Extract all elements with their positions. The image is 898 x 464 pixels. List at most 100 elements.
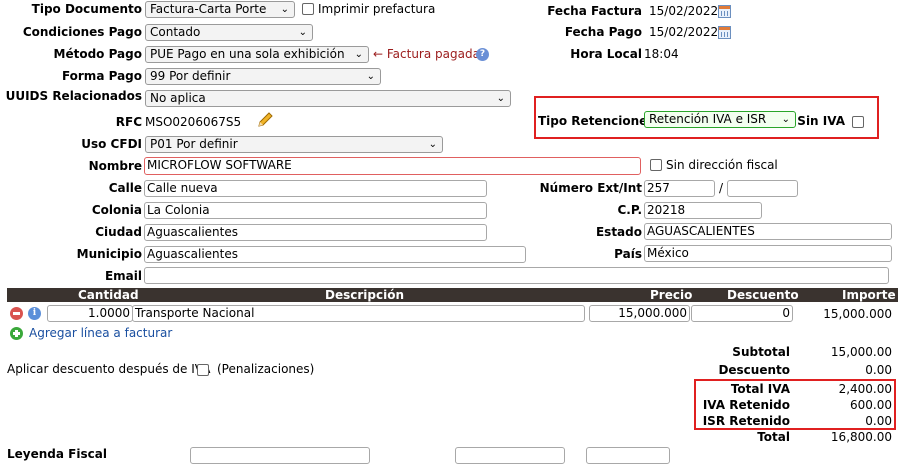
fecha-factura-value: 15/02/2022 (649, 4, 719, 18)
descuento-total-label: Descuento (718, 363, 790, 377)
pencil-icon[interactable] (256, 111, 274, 129)
estado-input[interactable]: AGUASCALIENTES (644, 223, 892, 240)
cp-label: C.P. (617, 203, 642, 217)
pais-input[interactable]: México (644, 245, 892, 262)
tipo-retenciones-select[interactable]: Retención IVA e ISR ⌄ (644, 111, 796, 128)
total-iva-label: Total IVA (730, 382, 790, 396)
hora-local-value: 18:04 (644, 47, 679, 61)
sin-iva-label: Sin IVA (797, 114, 845, 128)
cp-input[interactable]: 20218 (644, 202, 762, 219)
uuids-label: UUIDS Relacionados (5, 89, 142, 103)
chevron-down-icon: ⌄ (366, 71, 375, 82)
email-input[interactable] (144, 267, 889, 284)
numero-separator: / (719, 181, 724, 195)
hora-local-label: Hora Local (570, 47, 642, 61)
tipo-documento-value: Factura-Carta Porte (150, 2, 267, 16)
imprimir-prefactura-label: Imprimir prefactura (318, 2, 436, 16)
question-circle-icon[interactable]: ? (476, 48, 489, 61)
leyenda-input-2[interactable] (455, 447, 565, 464)
uso-cfdi-select[interactable]: P01 Por definir ⌄ (145, 136, 443, 153)
calendar-icon[interactable] (718, 5, 731, 18)
sin-direccion-checkbox[interactable] (650, 159, 662, 171)
descuento-iva-checkbox[interactable] (197, 364, 209, 376)
info-icon[interactable]: i (28, 307, 41, 320)
chevron-down-icon: ⌄ (781, 114, 790, 125)
tipo-retenciones-label: Tipo Retenciones (538, 114, 655, 128)
tipo-documento-label: Tipo Documento (31, 2, 142, 16)
chevron-down-icon: ⌄ (496, 93, 505, 104)
sin-iva-checkbox[interactable] (852, 116, 864, 128)
descuento-iva-label: Aplicar descuento después de IVA (7, 362, 211, 376)
condiciones-pago-value: Contado (150, 25, 201, 39)
subtotal-value: 15,000.00 (830, 345, 892, 359)
municipio-input[interactable]: Aguascalientes (144, 246, 526, 263)
chevron-down-icon: ⌄ (354, 49, 363, 60)
remove-line-icon[interactable] (10, 307, 23, 320)
tipo-documento-select[interactable]: Factura-Carta Porte ⌄ (145, 1, 295, 18)
total-value: 16,800.00 (830, 430, 892, 444)
items-table-header: Cantidad Descripción Precio Descuento Im… (7, 288, 898, 302)
fecha-pago-value: 15/02/2022 (649, 25, 719, 39)
leyenda-fiscal-label: Leyenda Fiscal (7, 447, 107, 461)
estado-label: Estado (595, 225, 642, 239)
chevron-down-icon: ⌄ (428, 139, 437, 150)
isr-retenido-value: 0.00 (865, 414, 892, 428)
iva-retenido-value: 600.00 (850, 398, 892, 412)
iva-retenido-label: IVA Retenido (702, 398, 790, 412)
numero-ext-input[interactable]: 257 (644, 180, 715, 197)
calle-input[interactable]: Calle nueva (144, 180, 487, 197)
metodo-pago-select[interactable]: PUE Pago en una sola exhibición ⌄ (145, 46, 369, 63)
metodo-pago-value: PUE Pago en una sola exhibición (150, 47, 345, 61)
col-importe: Importe (842, 288, 896, 302)
sin-direccion-label: Sin dirección fiscal (666, 158, 778, 172)
total-iva-value: 2,400.00 (838, 382, 892, 396)
penalizaciones-label: (Penalizaciones) (217, 362, 315, 376)
uso-cfdi-value: P01 Por definir (150, 137, 238, 151)
calendar-icon[interactable] (718, 26, 731, 39)
metodo-pago-label: Método Pago (53, 47, 142, 61)
municipio-label: Municipio (76, 247, 142, 261)
add-line-icon[interactable] (10, 327, 23, 340)
forma-pago-select[interactable]: 99 Por definir ⌄ (145, 68, 381, 85)
uso-cfdi-label: Uso CFDI (81, 137, 142, 151)
imprimir-prefactura-checkbox[interactable] (302, 3, 314, 15)
subtotal-label: Subtotal (732, 345, 790, 359)
col-cantidad: Cantidad (78, 288, 139, 302)
colonia-label: Colonia (91, 203, 142, 217)
cantidad-input[interactable]: 1.0000 (47, 305, 133, 322)
chevron-down-icon: ⌄ (298, 27, 307, 38)
descripcion-input[interactable]: Transporte Nacional (132, 305, 585, 322)
descuento-input[interactable]: 0 (691, 305, 793, 322)
nombre-input[interactable]: MICROFLOW SOFTWARE (144, 157, 641, 175)
factura-pagada-note: ← Factura pagada (373, 47, 480, 61)
leyenda-input-1[interactable] (190, 447, 370, 464)
email-label: Email (104, 269, 142, 283)
col-descuento: Descuento (727, 288, 799, 302)
fecha-factura-label: Fecha Factura (547, 4, 642, 18)
uuids-value: No aplica (150, 91, 206, 105)
rfc-label: RFC (115, 115, 142, 129)
total-label: Total (757, 430, 790, 444)
descuento-total-value: 0.00 (865, 363, 892, 377)
numero-label: Número Ext/Int (539, 181, 642, 195)
add-line-link[interactable]: Agregar línea a facturar (29, 325, 172, 341)
chevron-down-icon: ⌄ (280, 4, 289, 15)
col-precio: Precio (650, 288, 693, 302)
condiciones-pago-select[interactable]: Contado ⌄ (145, 24, 313, 41)
colonia-input[interactable]: La Colonia (144, 202, 487, 219)
rfc-value: MSO0206067S5 (145, 115, 242, 129)
nombre-label: Nombre (88, 159, 142, 173)
condiciones-pago-label: Condiciones Pago (22, 25, 142, 39)
calle-label: Calle (108, 181, 142, 195)
tipo-retenciones-value: Retención IVA e ISR (649, 112, 767, 126)
importe-value: 15,000.000 (823, 307, 892, 321)
precio-input[interactable]: 15,000.000 (589, 305, 690, 322)
leyenda-input-3[interactable] (586, 447, 670, 464)
ciudad-input[interactable]: Aguascalientes (144, 224, 487, 241)
numero-int-input[interactable] (727, 180, 798, 197)
uuids-select[interactable]: No aplica ⌄ (145, 90, 511, 107)
pais-label: País (614, 247, 642, 261)
ciudad-label: Ciudad (95, 225, 142, 239)
forma-pago-label: Forma Pago (61, 69, 142, 83)
isr-retenido-label: ISR Retenido (702, 414, 790, 428)
